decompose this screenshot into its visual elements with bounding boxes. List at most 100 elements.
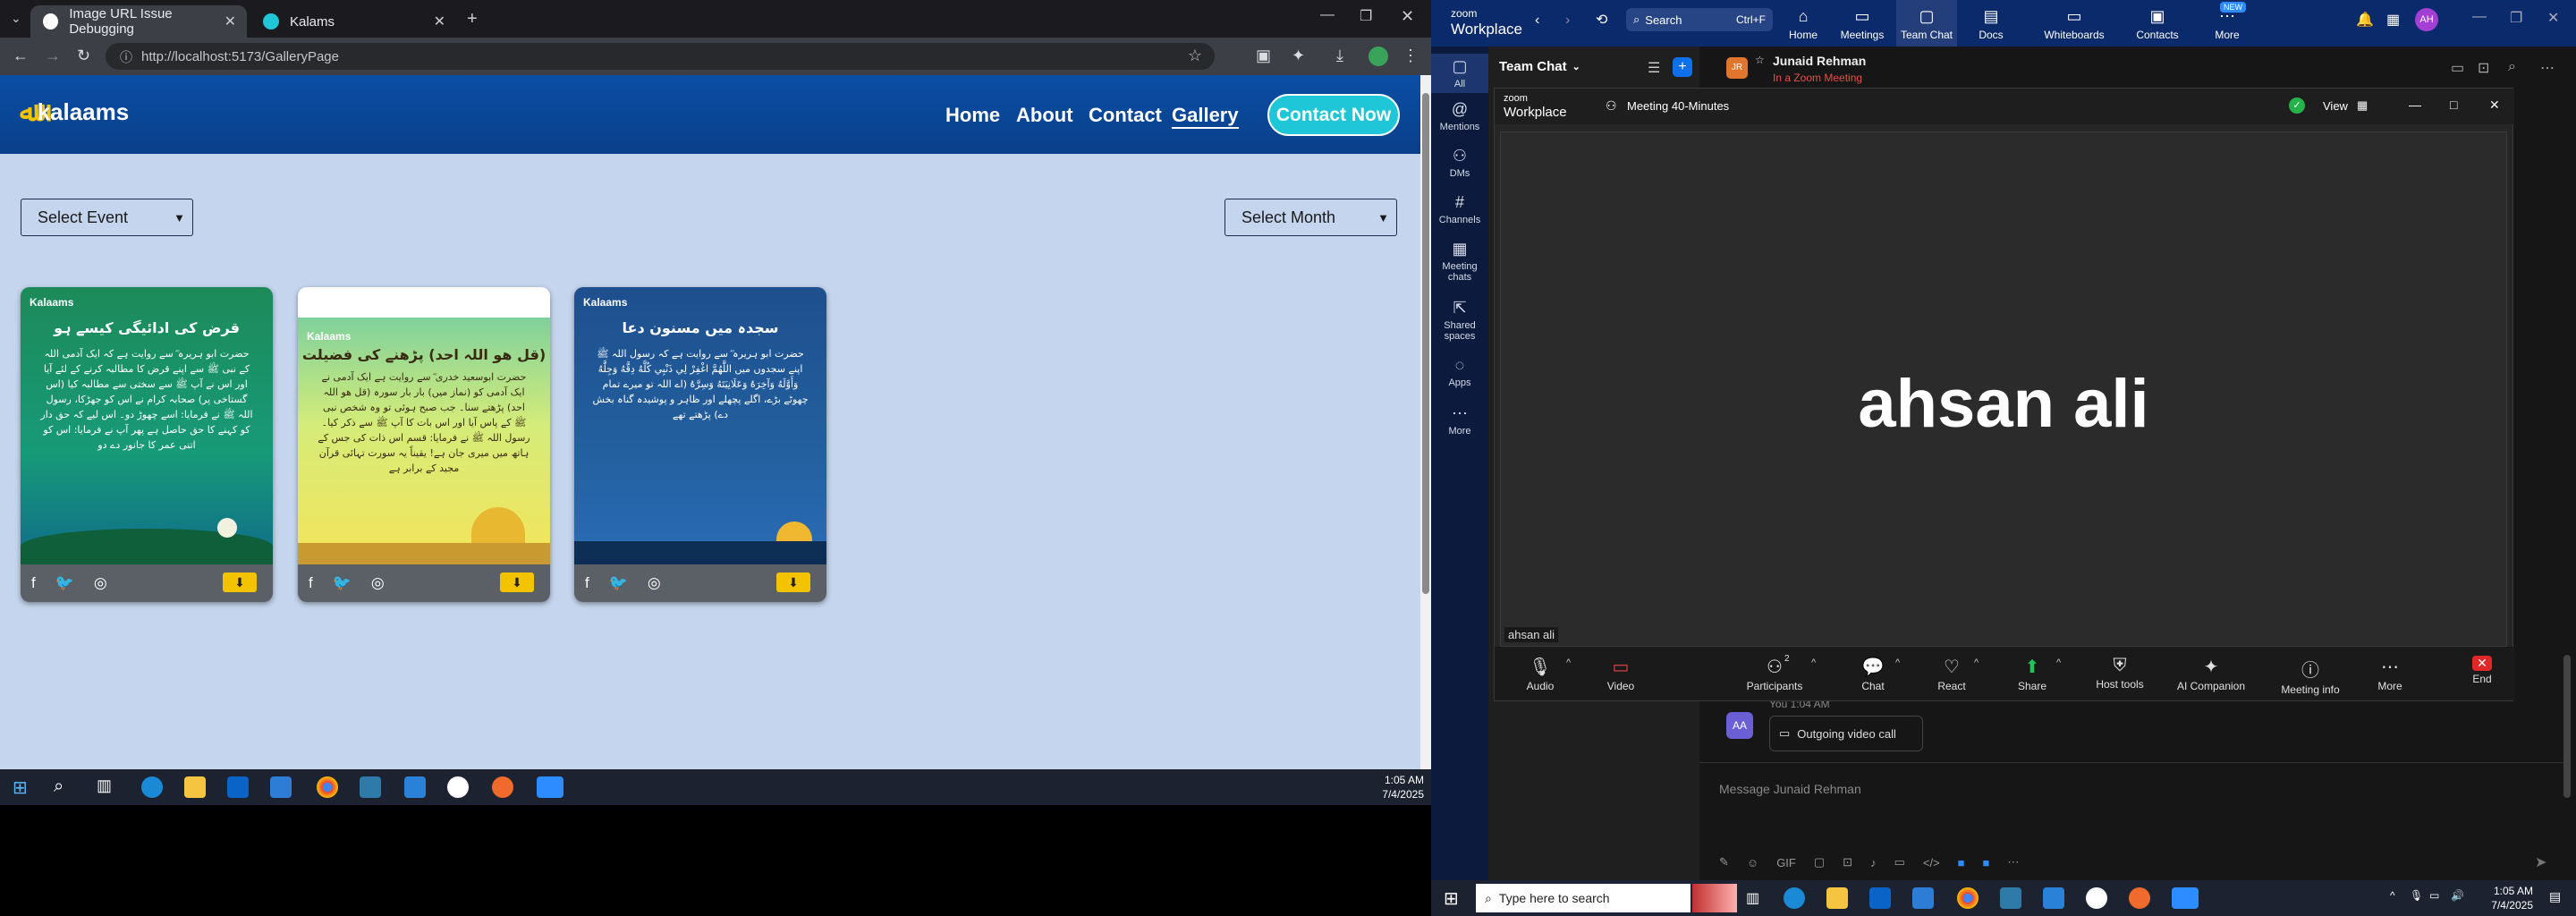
sidebar-item-all[interactable]: ▢ All [1431,54,1488,93]
zoom-tab-contacts[interactable]: ▣ Contacts [2129,7,2186,41]
zoom-tab-whiteboards[interactable]: ▭ Whiteboards [2039,7,2109,41]
close-window-icon[interactable]: ✕ [2489,98,2500,113]
twitter-icon[interactable]: 🐦 [55,574,74,592]
store-icon[interactable] [227,776,249,798]
calendar-icon[interactable]: ▦ [2386,11,2400,29]
outgoing-call-card[interactable]: ▭ Outgoing video call [1769,716,1923,751]
close-tab-icon[interactable]: ✕ [225,13,236,30]
message-input[interactable]: Message Junaid Rehman [1719,782,1861,796]
file-explorer-icon[interactable] [184,776,206,798]
twitter-icon[interactable]: 🐦 [333,574,352,592]
zoom-tab-more[interactable]: NEW ⋯ More [2202,2,2252,41]
sidebar-item-more[interactable]: ⋯ More [1431,404,1488,437]
mic-icon[interactable]: ♪ [1870,856,1877,869]
back-icon[interactable]: ← [13,47,29,65]
edge-icon[interactable] [141,776,163,798]
facebook-icon[interactable]: f [31,574,36,592]
video-clip-icon[interactable]: ▭ [1894,855,1905,869]
tab-image-url-debugging[interactable]: Image URL Issue Debugging ✕ [30,5,247,38]
download-button[interactable]: ⬇ [500,572,534,592]
tray-chevron-icon[interactable]: ^ [2390,889,2395,902]
participants-button[interactable]: 2 ⚇ Participants [1743,654,1806,692]
back-icon[interactable]: ‹ [1535,13,1539,29]
close-window-icon[interactable]: ✕ [2547,9,2559,27]
zoom-search-input[interactable]: ⌕ Search Ctrl+F [1626,8,1773,31]
network-icon[interactable]: ▭ [2429,889,2439,902]
audio-button[interactable]: 🎙 Audio [1516,656,1564,692]
ai-companion-button[interactable]: ✦ AI Companion [2169,656,2253,692]
forward-icon[interactable]: → [45,47,61,65]
chevron-up-icon[interactable]: ^ [1566,657,1571,668]
chevron-up-icon[interactable]: ^ [1974,657,1979,668]
maximize-icon[interactable]: □ [2450,98,2457,112]
vscode-icon[interactable] [404,776,426,798]
send-icon[interactable]: ➤ [2535,853,2546,871]
zoom-avatar[interactable]: AH [2415,8,2438,31]
gallery-card-1[interactable]: Kalaams قرض کی ادائیگی کیسے ہو حضرت ابو … [21,287,273,602]
view-button[interactable]: View [2323,99,2348,113]
notifications-icon[interactable]: ▤ [2549,889,2561,904]
instagram-icon[interactable]: ◎ [648,574,661,592]
windows-start-icon[interactable]: ⊞ [1444,887,1459,910]
video-call-icon[interactable]: ▭ [2451,59,2464,77]
facebook-icon[interactable]: f [309,574,313,592]
windows-start-icon[interactable]: ⊞ [13,776,28,799]
sidebar-item-dms[interactable]: ⚇ DMs [1431,147,1488,179]
chrome-icon[interactable] [1957,887,1979,909]
zoom-taskbar-icon[interactable] [537,776,564,798]
app-icon-2[interactable]: ■ [1983,856,1990,869]
contact-name[interactable]: Junaid Rehman [1773,54,1866,68]
minimize-icon[interactable]: — [2409,98,2421,112]
app-icon[interactable] [360,776,381,798]
host-tools-button[interactable]: ⛨ Host tools [2089,656,2151,691]
edge-icon[interactable] [1784,887,1805,909]
more-button[interactable]: ⋯ More [2366,656,2414,692]
zoom-taskbar-icon[interactable] [2172,887,2199,909]
mail-icon[interactable] [270,776,292,798]
task-view-icon[interactable]: ▥ [1746,889,1759,907]
forward-icon[interactable]: › [1565,13,1570,29]
gallery-card-2[interactable]: Kalaams (قل ھو اللہ احد) پڑھنے کی فضیلت … [298,287,550,602]
task-view-icon[interactable]: ▥ [97,776,112,795]
zoom-tab-team-chat[interactable]: ▢ Team Chat [1896,0,1957,47]
download-button[interactable]: ⬇ [776,572,810,592]
close-tab-icon[interactable]: ✕ [434,13,445,30]
clock[interactable]: 1:05 AM 7/4/2025 [2474,884,2533,912]
menu-kebab-icon[interactable]: ⋮ [1402,47,1419,65]
nav-contact[interactable]: Contact [1089,104,1162,127]
maximize-icon[interactable]: ❐ [1360,7,1372,25]
download-icon[interactable]: ⤓ [1336,47,1343,65]
zoom-tab-docs[interactable]: ▤ Docs [1964,7,2018,41]
chevron-up-icon[interactable]: ^ [1811,657,1816,668]
zoom-tab-home[interactable]: ⌂ Home [1776,7,1830,41]
select-month-dropdown[interactable]: Select Month ▼ [1224,199,1397,236]
shield-icon[interactable]: ✓ [2289,98,2305,114]
bookmark-star-icon[interactable]: ☆ [1188,47,1202,65]
new-tab-icon[interactable]: + [467,9,478,30]
gif-icon[interactable]: GIF [1776,856,1796,869]
tab-kalams[interactable]: Kalams ✕ [250,5,456,38]
github-icon[interactable] [2086,887,2107,909]
code-icon[interactable]: </> [1923,856,1940,869]
more-dots-icon[interactable]: ⋯ [2540,59,2555,77]
nav-home[interactable]: Home [945,104,1000,127]
search-icon[interactable]: ⌕ [54,776,64,797]
chat-button[interactable]: 💬 Chat [1849,656,1897,692]
microphone-icon[interactable]: 🎙 [2410,889,2423,902]
tab-search-icon[interactable]: ⌄ [11,11,21,26]
app-icon[interactable] [2000,887,2021,909]
address-bar[interactable]: ⓘ http://localhost:5173/GalleryPage ☆ [106,43,1215,70]
postman-icon[interactable] [492,776,513,798]
reload-icon[interactable]: ↻ [77,47,90,65]
maximize-icon[interactable]: ❐ [2510,9,2522,27]
screenshot-icon[interactable]: ⊡ [1843,855,1852,869]
github-icon[interactable] [447,776,469,798]
emoji-icon[interactable]: ☺ [1747,856,1758,869]
format-icon[interactable]: ✎ [1719,855,1729,869]
instagram-icon[interactable]: ◎ [371,574,385,592]
search-icon[interactable]: ⌕ [2508,59,2516,75]
puzzle-icon[interactable]: ✦ [1292,47,1305,65]
nav-about[interactable]: About [1016,104,1073,127]
zoom-tab-meetings[interactable]: ▭ Meetings [1832,7,1893,41]
react-button[interactable]: ♡ React [1928,656,1976,692]
